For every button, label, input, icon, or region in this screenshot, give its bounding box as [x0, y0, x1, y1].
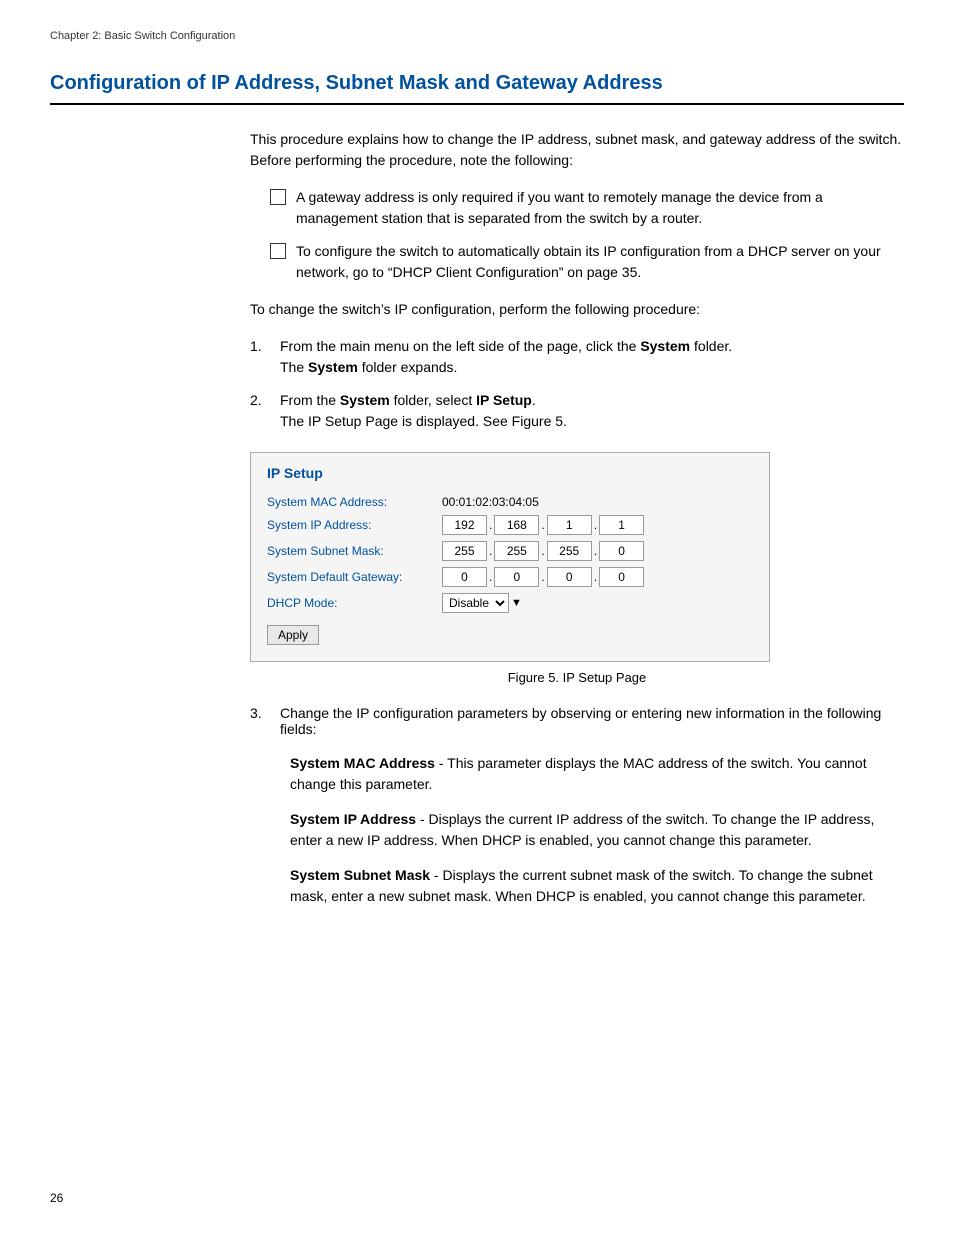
ip-address-octet-3[interactable] [547, 515, 592, 535]
intro-paragraph: This procedure explains how to change th… [250, 129, 904, 171]
step-2-bold-2: IP Setup [476, 392, 532, 408]
ip-setup-title: IP Setup [267, 465, 753, 481]
step-3-container: 3. Change the IP configuration parameter… [250, 705, 904, 907]
bullet-icon-1 [270, 189, 286, 205]
bullet-text-1: A gateway address is only required if yo… [296, 187, 904, 229]
ip-dot-2: . [541, 518, 544, 532]
bullet-item-1: A gateway address is only required if yo… [270, 187, 904, 229]
bullet-text-2: To configure the switch to automatically… [296, 241, 904, 283]
field-desc-ip: System IP Address - Displays the current… [290, 809, 904, 851]
field-desc-subnet-label: System Subnet Mask [290, 867, 430, 883]
subnet-octet-3[interactable] [547, 541, 592, 561]
bullet-item-2: To configure the switch to automatically… [270, 241, 904, 283]
gateway-octet-1[interactable] [442, 567, 487, 587]
gateway-octet-2[interactable] [494, 567, 539, 587]
dhcp-mode-select[interactable]: Disable [442, 593, 509, 613]
step-2-num: 2. [250, 390, 280, 411]
gateway-dot-1: . [489, 570, 492, 584]
ip-dot-3: . [594, 518, 597, 532]
subnet-octet-4[interactable] [599, 541, 644, 561]
subnet-octet-1[interactable] [442, 541, 487, 561]
page-number: 26 [50, 1191, 63, 1205]
step-2-content: From the System folder, select IP Setup.… [280, 390, 904, 432]
field-desc-mac: System MAC Address - This parameter disp… [290, 753, 904, 795]
gateway-octet-4[interactable] [599, 567, 644, 587]
ip-address-row: System IP Address: . . . [267, 515, 753, 535]
step-1-bold-1: System [640, 338, 690, 354]
step-1: 1. From the main menu on the left side o… [250, 336, 904, 378]
chapter-header: Chapter 2: Basic Switch Configuration [50, 30, 904, 42]
dhcp-dropdown-arrow: ▼ [511, 597, 522, 609]
gateway-dot-3: . [594, 570, 597, 584]
ip-setup-box: IP Setup System MAC Address: 00:01:02:03… [250, 452, 770, 662]
gateway-label: System Default Gateway: [267, 570, 442, 584]
ip-address-label: System IP Address: [267, 518, 442, 532]
gateway-row: System Default Gateway: . . . [267, 567, 753, 587]
apply-row: Apply [267, 619, 753, 645]
gateway-dot-2: . [541, 570, 544, 584]
bullet-list: A gateway address is only required if yo… [270, 187, 904, 283]
subnet-mask-label: System Subnet Mask: [267, 544, 442, 558]
step-3-row: 3. Change the IP configuration parameter… [250, 705, 904, 737]
step-1-num: 1. [250, 336, 280, 357]
gateway-octet-3[interactable] [547, 567, 592, 587]
bullet-icon-2 [270, 243, 286, 259]
subnet-dot-3: . [594, 544, 597, 558]
ip-address-octet-2[interactable] [494, 515, 539, 535]
ip-address-fields: . . . [442, 515, 644, 535]
step-3-num: 3. [250, 705, 280, 721]
ip-address-octet-1[interactable] [442, 515, 487, 535]
ip-dot-1: . [489, 518, 492, 532]
figure-caption: Figure 5. IP Setup Page [250, 670, 904, 685]
step-1-bold-2: System [308, 359, 358, 375]
subnet-octet-2[interactable] [494, 541, 539, 561]
step-3-intro: Change the IP configuration parameters b… [280, 705, 904, 737]
field-desc-list: System MAC Address - This parameter disp… [290, 753, 904, 907]
step-2: 2. From the System folder, select IP Set… [250, 390, 904, 432]
step-2-bold-1: System [340, 392, 390, 408]
step-list: 1. From the main menu on the left side o… [250, 336, 904, 432]
section-title: Configuration of IP Address, Subnet Mask… [50, 72, 904, 105]
mac-address-value: 00:01:02:03:04:05 [442, 495, 539, 509]
field-desc-subnet: System Subnet Mask - Displays the curren… [290, 865, 904, 907]
subnet-mask-row: System Subnet Mask: . . . [267, 541, 753, 561]
main-content: This procedure explains how to change th… [250, 129, 904, 907]
ip-address-octet-4[interactable] [599, 515, 644, 535]
mac-address-label: System MAC Address: [267, 495, 442, 509]
subnet-mask-fields: . . . [442, 541, 644, 561]
gateway-fields: . . . [442, 567, 644, 587]
subnet-dot-1: . [489, 544, 492, 558]
subnet-dot-2: . [541, 544, 544, 558]
apply-button[interactable]: Apply [267, 625, 319, 645]
dhcp-mode-label: DHCP Mode: [267, 596, 442, 610]
procedure-intro: To change the switch’s IP configuration,… [250, 299, 904, 320]
field-desc-mac-label: System MAC Address [290, 755, 435, 771]
step-1-content: From the main menu on the left side of t… [280, 336, 904, 378]
mac-address-row: System MAC Address: 00:01:02:03:04:05 [267, 495, 753, 509]
field-desc-ip-label: System IP Address [290, 811, 416, 827]
dhcp-mode-row: DHCP Mode: Disable ▼ [267, 593, 753, 613]
